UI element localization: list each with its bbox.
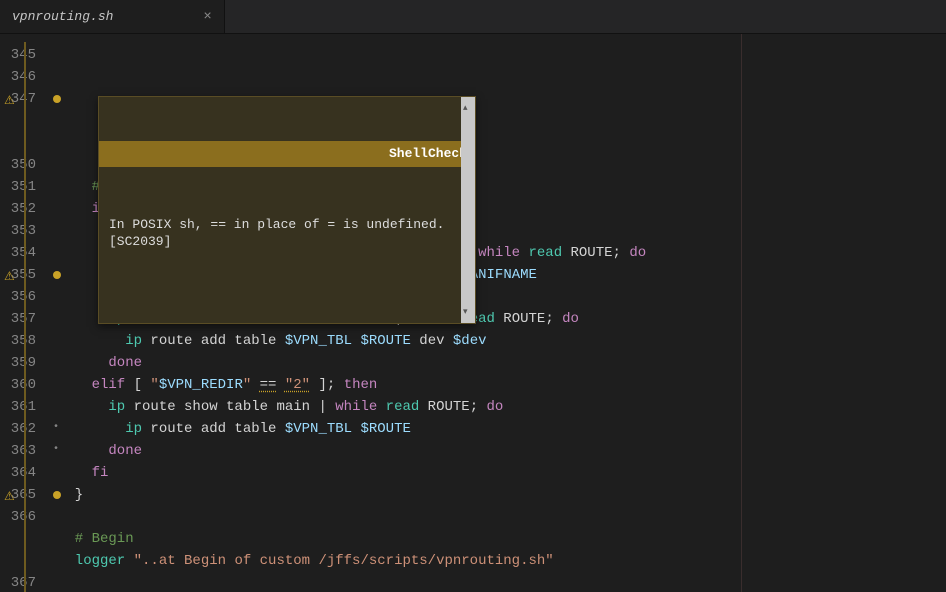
annotation-margin: •• — [50, 34, 58, 592]
lint-message: In POSIX sh, == in place of = is undefin… — [99, 211, 475, 257]
code-line[interactable] — [58, 506, 946, 528]
chevron-down-icon[interactable]: ▾ — [463, 301, 468, 323]
code-line[interactable]: logger "..at Begin of custom /jffs/scrip… — [58, 550, 946, 572]
code-line[interactable] — [58, 572, 946, 592]
code-line[interactable]: done — [58, 352, 946, 374]
code-line[interactable]: done — [58, 440, 946, 462]
warning-icon: ⚠ — [4, 94, 15, 108]
code-line[interactable]: elif [ "$VPN_REDIR" == "2" ]; then — [58, 374, 946, 396]
warning-margin: ⚠⚠⚠ — [0, 34, 11, 592]
tab-filename: vpnrouting.sh — [12, 9, 113, 24]
chevron-up-icon[interactable]: ▴ — [463, 97, 468, 119]
line-number-gutter: 3453463473503513523533543553563573583593… — [11, 34, 50, 592]
code-line[interactable]: ip route add table $VPN_TBL $ROUTE — [58, 418, 946, 440]
code-line[interactable]: ip route add table $VPN_TBL $ROUTE dev $… — [58, 330, 946, 352]
close-icon[interactable]: × — [203, 9, 211, 25]
warning-icon: ⚠ — [4, 490, 15, 504]
tab-bar: vpnrouting.sh × — [0, 0, 946, 34]
lint-source-label: ShellCheck — [99, 141, 475, 167]
editor-area: ⚠⚠⚠ 345346347350351352353354355356357358… — [0, 34, 946, 592]
lint-tooltip: ShellCheck In POSIX sh, == in place of =… — [98, 96, 476, 324]
code-line[interactable]: fi — [58, 462, 946, 484]
code-line[interactable]: # Begin — [58, 528, 946, 550]
fold-accent-line — [24, 42, 26, 592]
editor-tab-active[interactable]: vpnrouting.sh × — [0, 0, 225, 33]
lint-scrollbar[interactable]: ▴ ▾ — [461, 97, 475, 323]
code-content[interactable]: ShellCheck In POSIX sh, == in place of =… — [58, 34, 946, 592]
code-line[interactable]: ip route show table main | while read RO… — [58, 396, 946, 418]
warning-icon: ⚠ — [4, 270, 15, 284]
code-line[interactable]: } — [58, 484, 946, 506]
